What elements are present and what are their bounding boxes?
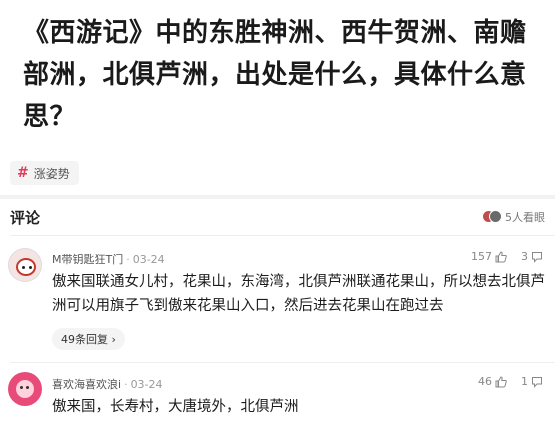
comment-bubble-icon[interactable] <box>531 251 543 263</box>
section-divider <box>0 195 555 199</box>
like-count: 157 <box>471 250 492 263</box>
comment-username[interactable]: M带钥匙狂T门 <box>52 253 123 266</box>
question-title: 《西游记》中的东胜神洲、西牛贺洲、南赡部洲，北俱芦洲，出处是什么，具体什么意思？ <box>23 18 527 132</box>
divider <box>10 235 555 236</box>
comments-header: 评论 5人看眼 <box>10 207 545 227</box>
comment-date: 03-24 <box>132 253 165 266</box>
comments-title: 评论 <box>10 209 41 227</box>
reply-count: 1 <box>521 375 528 388</box>
thumb-up-icon[interactable] <box>495 375 507 388</box>
comment-meta: 喜欢海喜欢浪i · 03-24 <box>52 378 163 391</box>
divider <box>10 362 555 363</box>
thumb-up-icon[interactable] <box>495 250 507 263</box>
stacked-avatars-icon <box>482 210 502 224</box>
comment-meta: M带钥匙狂T门 · 03-24 <box>52 253 165 266</box>
comment-actions: 157 3 <box>471 250 543 263</box>
topic-tag-label: 涨姿势 <box>33 166 70 181</box>
hash-icon: # <box>17 165 29 181</box>
comment-bubble-icon[interactable] <box>531 376 543 388</box>
comment-date: 03-24 <box>130 378 163 391</box>
like-count: 46 <box>478 375 492 388</box>
viewers-indicator[interactable]: 5人看眼 <box>482 209 545 225</box>
comment-text: 傲来国联通女儿村，花果山，东海湾，北俱芦洲联通花果山，所以想去北俱芦洲可以用旗子… <box>52 274 545 314</box>
topic-tag[interactable]: # 涨姿势 <box>10 161 79 185</box>
avatar[interactable] <box>8 248 42 282</box>
comment-actions: 46 1 <box>478 375 543 388</box>
comment-username[interactable]: 喜欢海喜欢浪i <box>52 378 121 391</box>
avatar[interactable] <box>8 372 42 406</box>
reply-count: 3 <box>521 250 528 263</box>
view-replies-button[interactable]: 49条回复 › <box>52 328 125 350</box>
viewers-label: 5人看眼 <box>505 211 545 224</box>
comment-text: 傲来国，长寿村，大唐境外，北俱芦洲 <box>52 399 299 415</box>
